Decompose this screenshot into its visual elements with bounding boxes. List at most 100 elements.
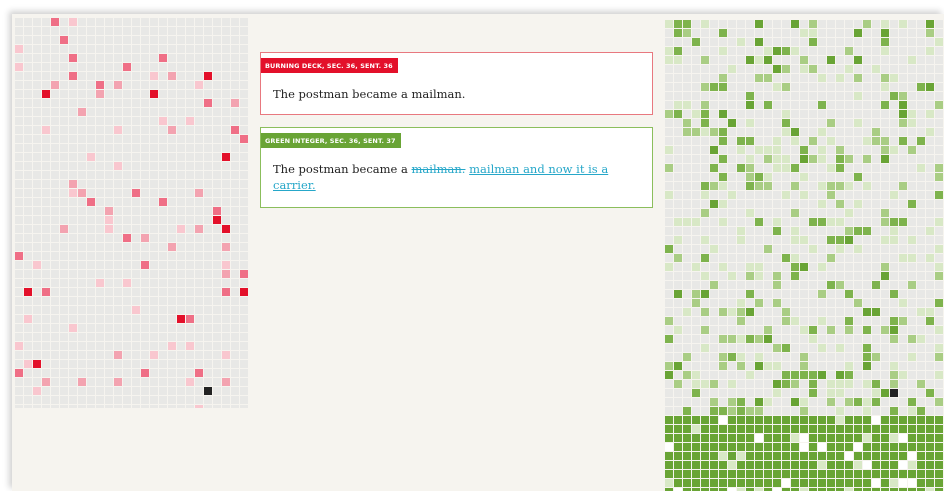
sentence-cell[interactable] bbox=[33, 288, 41, 296]
sentence-cell[interactable] bbox=[186, 36, 194, 44]
sentence-cell[interactable] bbox=[719, 38, 727, 46]
sentence-cell[interactable] bbox=[150, 144, 158, 152]
sentence-cell[interactable] bbox=[863, 317, 871, 325]
sentence-cell[interactable] bbox=[926, 119, 934, 127]
sentence-cell[interactable] bbox=[710, 128, 718, 136]
sentence-cell[interactable] bbox=[674, 173, 682, 181]
sentence-cell[interactable] bbox=[800, 218, 808, 226]
sentence-cell[interactable] bbox=[908, 101, 916, 109]
sentence-cell[interactable] bbox=[890, 389, 898, 397]
sentence-cell[interactable] bbox=[114, 36, 122, 44]
sentence-cell[interactable] bbox=[15, 360, 23, 368]
sentence-cell[interactable] bbox=[719, 344, 727, 352]
sentence-cell[interactable] bbox=[96, 63, 104, 71]
sentence-cell[interactable] bbox=[240, 72, 248, 80]
sentence-cell[interactable] bbox=[773, 65, 781, 73]
sentence-cell[interactable] bbox=[737, 389, 745, 397]
sentence-cell[interactable] bbox=[222, 135, 230, 143]
sentence-cell[interactable] bbox=[96, 297, 104, 305]
sentence-cell[interactable] bbox=[168, 171, 176, 179]
sentence-cell[interactable] bbox=[701, 308, 709, 316]
sentence-cell[interactable] bbox=[24, 297, 32, 305]
sentence-cell[interactable] bbox=[836, 254, 844, 262]
sentence-cell[interactable] bbox=[782, 380, 790, 388]
sentence-cell[interactable] bbox=[710, 164, 718, 172]
sentence-cell[interactable] bbox=[665, 146, 673, 154]
sentence-cell[interactable] bbox=[141, 297, 149, 305]
sentence-cell[interactable] bbox=[782, 101, 790, 109]
sentence-cell[interactable] bbox=[195, 234, 203, 242]
sentence-cell[interactable] bbox=[863, 47, 871, 55]
sentence-cell[interactable] bbox=[917, 371, 925, 379]
sentence-cell[interactable] bbox=[123, 324, 131, 332]
sentence-cell[interactable] bbox=[809, 245, 817, 253]
sentence-cell[interactable] bbox=[105, 378, 113, 386]
sentence-cell[interactable] bbox=[881, 155, 889, 163]
sentence-cell[interactable] bbox=[231, 342, 239, 350]
sentence-cell[interactable] bbox=[737, 119, 745, 127]
sentence-cell[interactable] bbox=[132, 252, 140, 260]
sentence-cell[interactable] bbox=[665, 290, 673, 298]
sentence-cell[interactable] bbox=[177, 117, 185, 125]
sentence-cell[interactable] bbox=[818, 371, 826, 379]
sentence-cell[interactable] bbox=[719, 389, 727, 397]
sentence-cell[interactable] bbox=[926, 65, 934, 73]
sentence-cell[interactable] bbox=[222, 405, 230, 408]
sentence-cell[interactable] bbox=[141, 153, 149, 161]
sentence-cell[interactable] bbox=[782, 74, 790, 82]
sentence-cell[interactable] bbox=[69, 99, 77, 107]
sentence-cell[interactable] bbox=[872, 101, 880, 109]
sentence-cell[interactable] bbox=[15, 234, 23, 242]
sentence-cell[interactable] bbox=[917, 245, 925, 253]
sentence-cell[interactable] bbox=[213, 144, 221, 152]
sentence-cell[interactable] bbox=[105, 369, 113, 377]
sentence-cell[interactable] bbox=[845, 119, 853, 127]
sentence-cell[interactable] bbox=[818, 317, 826, 325]
sentence-cell[interactable] bbox=[791, 47, 799, 55]
sentence-cell[interactable] bbox=[836, 398, 844, 406]
sentence-cell[interactable] bbox=[854, 344, 862, 352]
sentence-cell[interactable] bbox=[800, 308, 808, 316]
sentence-cell[interactable] bbox=[231, 225, 239, 233]
sentence-cell[interactable] bbox=[899, 308, 907, 316]
sentence-cell[interactable] bbox=[773, 137, 781, 145]
sentence-cell[interactable] bbox=[222, 288, 230, 296]
sentence-cell[interactable] bbox=[827, 398, 835, 406]
sentence-cell[interactable] bbox=[755, 110, 763, 118]
sentence-cell[interactable] bbox=[755, 308, 763, 316]
sentence-cell[interactable] bbox=[827, 227, 835, 235]
sentence-cell[interactable] bbox=[78, 351, 86, 359]
sentence-cell[interactable] bbox=[51, 117, 59, 125]
sentence-cell[interactable] bbox=[899, 101, 907, 109]
sentence-cell[interactable] bbox=[791, 452, 799, 460]
sentence-cell[interactable] bbox=[204, 405, 212, 408]
sentence-cell[interactable] bbox=[78, 396, 86, 404]
sentence-cell[interactable] bbox=[854, 74, 862, 82]
sentence-cell[interactable] bbox=[737, 398, 745, 406]
sentence-cell[interactable] bbox=[132, 189, 140, 197]
sentence-cell[interactable] bbox=[863, 209, 871, 217]
sentence-cell[interactable] bbox=[96, 351, 104, 359]
sentence-cell[interactable] bbox=[899, 344, 907, 352]
sentence-cell[interactable] bbox=[222, 144, 230, 152]
sentence-cell[interactable] bbox=[141, 189, 149, 197]
sentence-cell[interactable] bbox=[818, 416, 826, 424]
sentence-cell[interactable] bbox=[665, 299, 673, 307]
sentence-cell[interactable] bbox=[60, 288, 68, 296]
sentence-cell[interactable] bbox=[213, 36, 221, 44]
sentence-cell[interactable] bbox=[773, 47, 781, 55]
sentence-cell[interactable] bbox=[123, 252, 131, 260]
sentence-cell[interactable] bbox=[159, 153, 167, 161]
sentence-cell[interactable] bbox=[764, 290, 772, 298]
sentence-cell[interactable] bbox=[69, 162, 77, 170]
sentence-cell[interactable] bbox=[710, 38, 718, 46]
sentence-cell[interactable] bbox=[836, 263, 844, 271]
sentence-cell[interactable] bbox=[908, 56, 916, 64]
sentence-cell[interactable] bbox=[222, 315, 230, 323]
sentence-cell[interactable] bbox=[69, 369, 77, 377]
sentence-cell[interactable] bbox=[836, 416, 844, 424]
sentence-cell[interactable] bbox=[674, 389, 682, 397]
sentence-cell[interactable] bbox=[728, 299, 736, 307]
sentence-cell[interactable] bbox=[746, 416, 754, 424]
sentence-cell[interactable] bbox=[186, 135, 194, 143]
